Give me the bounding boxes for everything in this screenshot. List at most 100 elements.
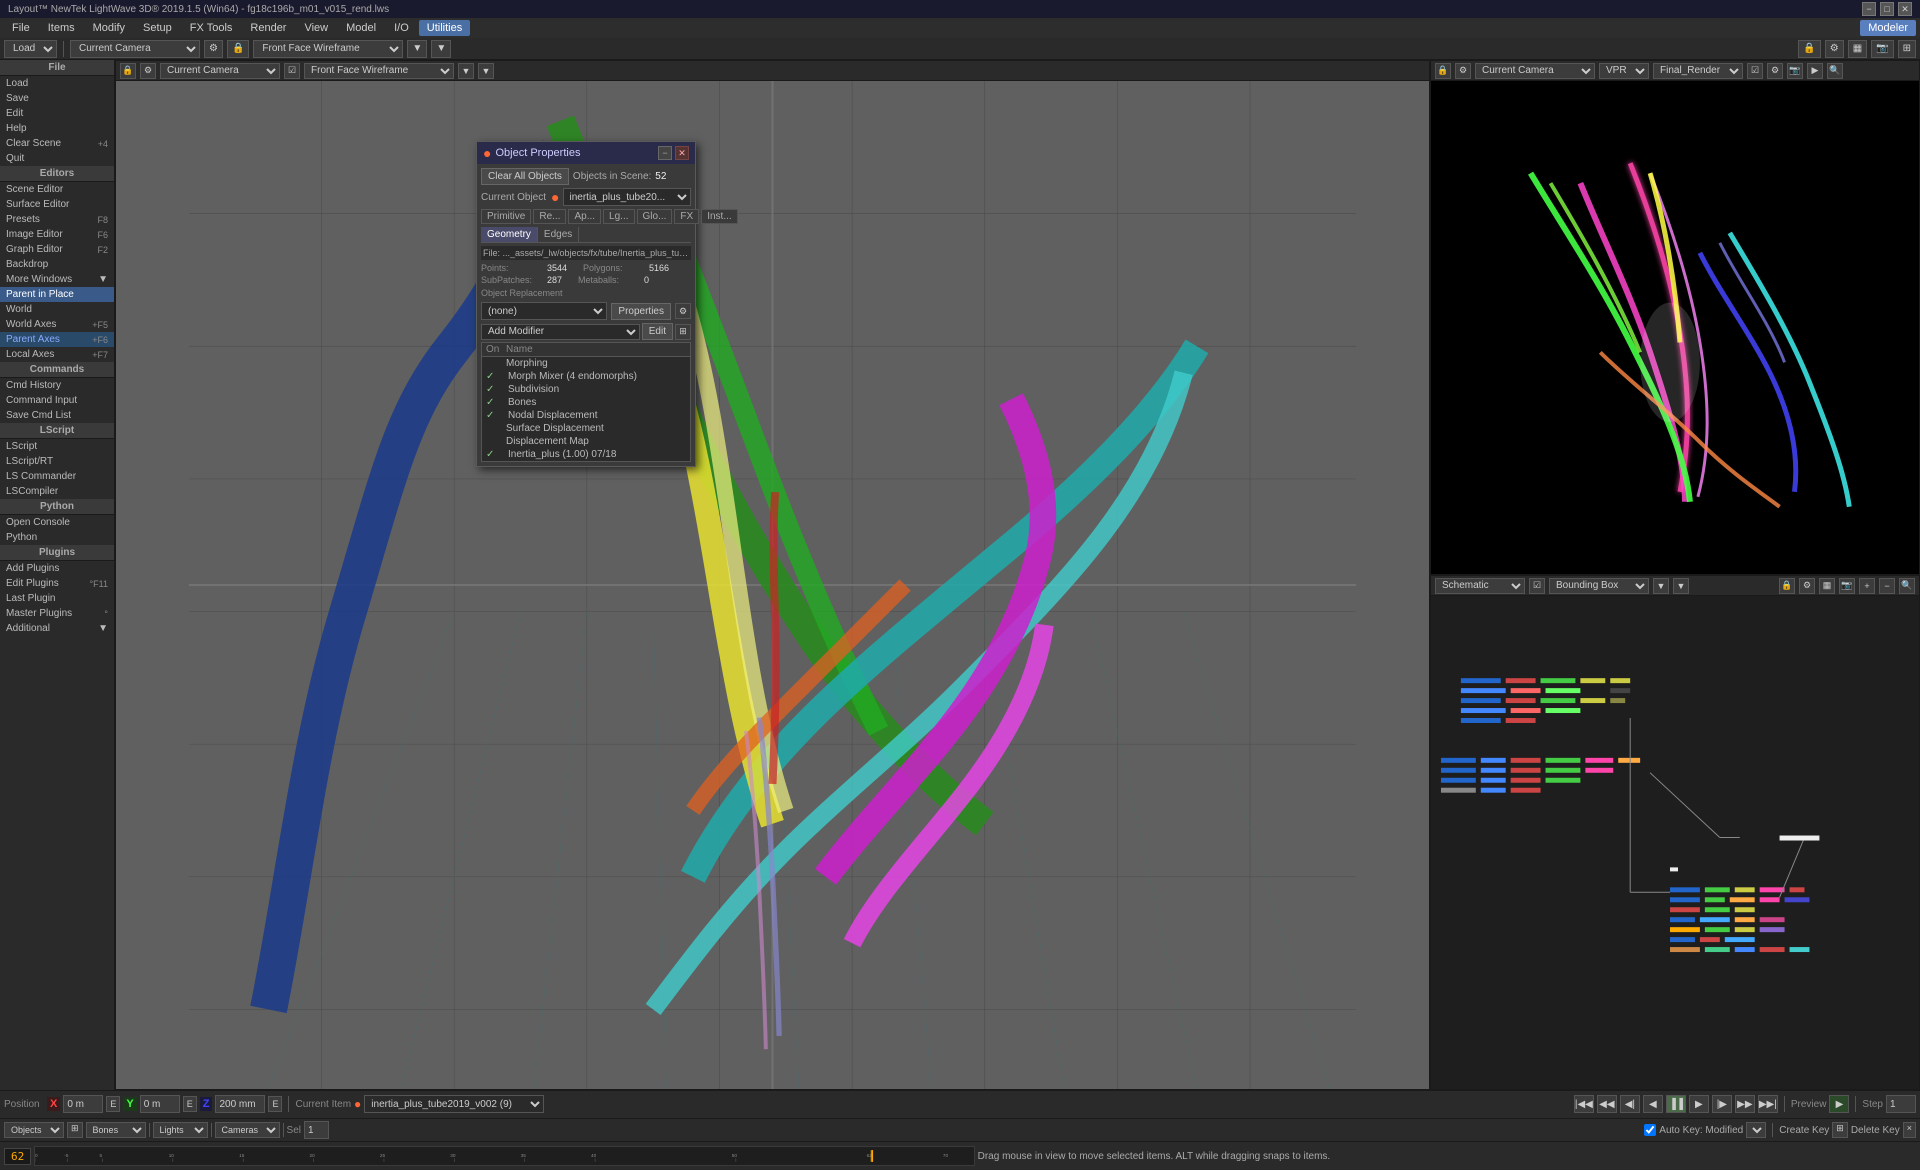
- render-vp-settings[interactable]: ⚙: [1455, 63, 1471, 79]
- play-back-btn[interactable]: ◀: [1643, 1095, 1663, 1113]
- sidebar-quit[interactable]: Quit: [0, 151, 114, 166]
- modifier-disp-map[interactable]: Displacement Map: [482, 435, 690, 448]
- play-step-fwd-btn[interactable]: |▶: [1712, 1095, 1732, 1113]
- toolbar-icon4[interactable]: 📷: [1871, 40, 1893, 58]
- schematic-settings[interactable]: ⚙: [1799, 578, 1815, 594]
- play-prev-btn[interactable]: ◀◀: [1597, 1095, 1617, 1113]
- menu-render[interactable]: Render: [242, 20, 294, 36]
- z-value-input[interactable]: [215, 1095, 265, 1113]
- schematic-minus[interactable]: −: [1879, 578, 1895, 594]
- sidebar-add-plugins[interactable]: Add Plugins: [0, 561, 114, 576]
- modifier-morphing[interactable]: Morphing: [482, 357, 690, 370]
- menu-utilities[interactable]: Utilities: [419, 20, 470, 36]
- schematic-checkbox[interactable]: ☑: [1529, 578, 1545, 594]
- sidebar-image-editor[interactable]: Image EditorF6: [0, 227, 114, 242]
- render-final-dropdown[interactable]: Final_Render: [1653, 63, 1743, 79]
- schematic-cam[interactable]: 📷: [1839, 578, 1855, 594]
- sidebar-more-windows[interactable]: More Windows▼: [0, 272, 114, 287]
- maximize-button[interactable]: □: [1880, 2, 1894, 16]
- render-mode-dropdown[interactable]: VPR: [1599, 63, 1649, 79]
- toolbar-icon1[interactable]: 🔒: [1798, 40, 1820, 58]
- objects-dropdown[interactable]: Objects: [4, 1122, 64, 1138]
- modifier-bones[interactable]: ✓ Bones: [482, 396, 690, 409]
- minimize-button[interactable]: −: [1862, 2, 1876, 16]
- edit-modifier-btn[interactable]: Edit: [642, 323, 673, 340]
- toolbar-icon5[interactable]: ⊞: [1898, 40, 1916, 58]
- menu-file[interactable]: File: [4, 20, 38, 36]
- vp-settings-icon[interactable]: ⚙: [140, 63, 156, 79]
- render-extra1[interactable]: ☑: [1747, 63, 1763, 79]
- menu-model[interactable]: Model: [338, 20, 384, 36]
- sidebar-edit[interactable]: Edit: [0, 106, 114, 121]
- sidebar-world[interactable]: World: [0, 302, 114, 317]
- x-value-input[interactable]: [63, 1095, 103, 1113]
- objects-toggle[interactable]: ⊞: [67, 1122, 83, 1138]
- schematic-search[interactable]: 🔍: [1899, 578, 1915, 594]
- vp-lock-icon[interactable]: 🔒: [120, 63, 136, 79]
- dialog-minimize-btn[interactable]: −: [658, 146, 672, 160]
- bones-dropdown[interactable]: Bones: [86, 1122, 146, 1138]
- sidebar-command-input[interactable]: Command Input: [0, 393, 114, 408]
- dialog-close-btn[interactable]: ✕: [675, 146, 689, 160]
- vp-checkbox-icon[interactable]: ☑: [284, 63, 300, 79]
- sidebar-lscompiler[interactable]: LSCompiler: [0, 484, 114, 499]
- sidebar-edit-plugins[interactable]: Edit Plugins°F11: [0, 576, 114, 591]
- tab-lg[interactable]: Lg...: [603, 209, 634, 224]
- sidebar-lscript[interactable]: LScript: [0, 439, 114, 454]
- modifier-morph-mixer[interactable]: ✓ Morph Mixer (4 endomorphs): [482, 370, 690, 383]
- render-extra3[interactable]: 📷: [1787, 63, 1803, 79]
- replacement-settings-icon[interactable]: ⚙: [675, 303, 691, 319]
- menu-io[interactable]: I/O: [386, 20, 417, 36]
- sidebar-ls-commander[interactable]: LS Commander: [0, 469, 114, 484]
- menu-setup[interactable]: Setup: [135, 20, 180, 36]
- play-fwd-btn[interactable]: ▶: [1689, 1095, 1709, 1113]
- cameras-dropdown[interactable]: Cameras: [215, 1122, 280, 1138]
- toolbar-icon3[interactable]: ▦: [1848, 40, 1867, 58]
- vp-arrow-icon[interactable]: ▼: [458, 63, 474, 79]
- sidebar-master-plugins[interactable]: Master Plugins°: [0, 606, 114, 621]
- delete-key-btn[interactable]: ×: [1903, 1122, 1916, 1138]
- add-modifier-dropdown[interactable]: Add Modifier: [481, 324, 640, 340]
- sidebar-clear-scene[interactable]: Clear Scene +4: [0, 136, 114, 151]
- vp-extra-icon[interactable]: ▼: [478, 63, 494, 79]
- viewport-extra-btn[interactable]: ▼: [431, 40, 451, 58]
- schematic-extra1[interactable]: ▼: [1653, 578, 1669, 594]
- close-button[interactable]: ✕: [1898, 2, 1912, 16]
- schematic-lock[interactable]: 🔒: [1779, 578, 1795, 594]
- play-step-back-btn[interactable]: ◀|: [1620, 1095, 1640, 1113]
- menu-modify[interactable]: Modify: [85, 20, 133, 36]
- sel-input[interactable]: [304, 1121, 329, 1139]
- sidebar-lscript-rt[interactable]: LScript/RT: [0, 454, 114, 469]
- sidebar-world-axes[interactable]: World Axes+F5: [0, 317, 114, 332]
- viewport-lock-btn[interactable]: 🔒: [227, 40, 249, 58]
- sidebar-scene-editor[interactable]: Scene Editor: [0, 182, 114, 197]
- properties-btn[interactable]: Properties: [611, 303, 671, 320]
- clear-all-objects-btn[interactable]: Clear All Objects: [481, 168, 569, 185]
- step-input[interactable]: [1886, 1095, 1916, 1113]
- render-extra4[interactable]: ▶: [1807, 63, 1823, 79]
- modifier-subdivision[interactable]: ✓ Subdivision: [482, 383, 690, 396]
- tab-edges[interactable]: Edges: [538, 227, 579, 242]
- main-viewport[interactable]: 🔒 ⚙ Current Camera ☑ Front Face Wirefram…: [115, 60, 1430, 1090]
- play-end-btn[interactable]: ▶▶|: [1758, 1095, 1778, 1113]
- sidebar-presets[interactable]: PresetsF8: [0, 212, 114, 227]
- sidebar-graph-editor[interactable]: Graph EditorF2: [0, 242, 114, 257]
- x-e-btn[interactable]: E: [106, 1096, 120, 1112]
- schematic-canvas[interactable]: [1431, 596, 1919, 1089]
- autokey-checkbox[interactable]: [1644, 1124, 1656, 1136]
- sidebar-save[interactable]: Save: [0, 91, 114, 106]
- modifier-inertia-plus[interactable]: ✓ Inertia_plus (1.00) 07/18: [482, 448, 690, 461]
- schematic-grid[interactable]: ▦: [1819, 578, 1835, 594]
- modifier-extra-icon[interactable]: ⊞: [675, 324, 691, 340]
- tab-re[interactable]: Re...: [533, 209, 566, 224]
- current-item-dropdown[interactable]: inertia_plus_tube2019_v002 (9): [364, 1095, 544, 1113]
- tab-primitive[interactable]: Primitive: [481, 209, 531, 224]
- modifier-nodal-disp[interactable]: ✓ Nodal Displacement: [482, 409, 690, 422]
- toolbar-icon2[interactable]: ⚙: [1825, 40, 1844, 58]
- load-dropdown[interactable]: Load: [4, 40, 57, 58]
- menu-view[interactable]: View: [296, 20, 336, 36]
- play-start-btn[interactable]: |◀◀: [1574, 1095, 1594, 1113]
- schematic-viewport[interactable]: Schematic ☑ Bounding Box ▼ ▼ 🔒 ⚙ ▦ 📷: [1430, 575, 1920, 1090]
- lights-dropdown[interactable]: Lights: [153, 1122, 208, 1138]
- menu-fxtools[interactable]: FX Tools: [182, 20, 241, 36]
